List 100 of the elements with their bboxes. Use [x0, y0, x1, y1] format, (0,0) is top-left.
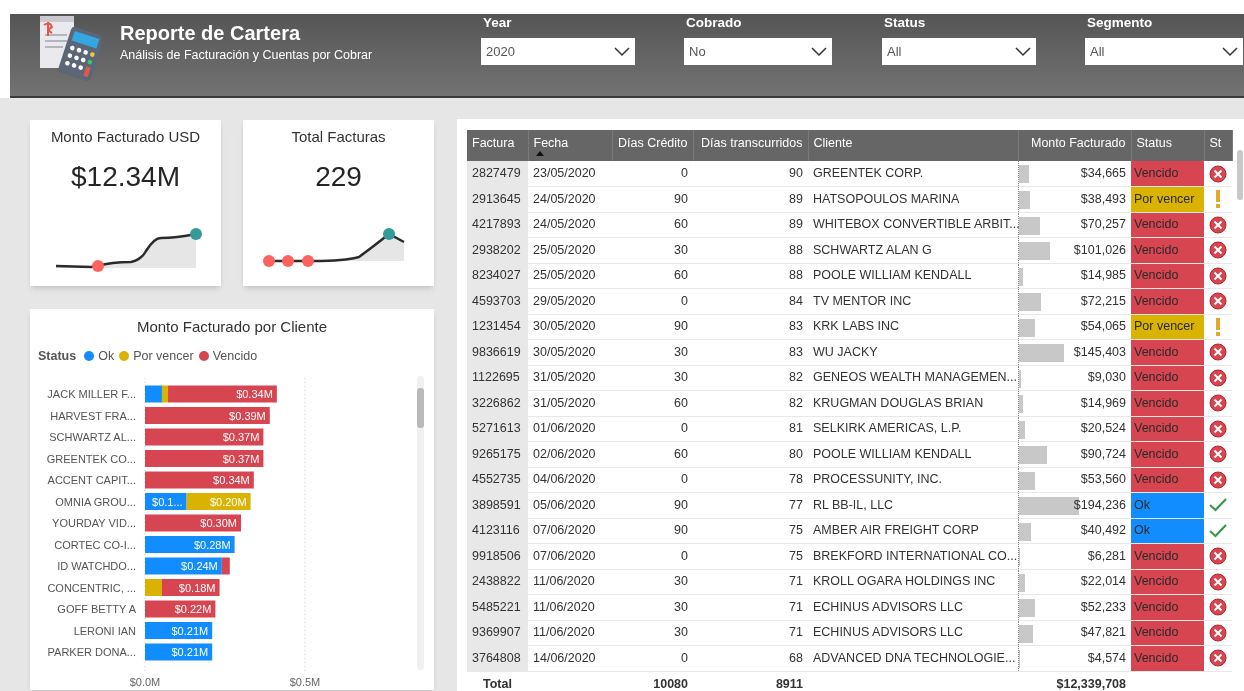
x-circle-icon — [1209, 343, 1227, 362]
table-cell: 9836619 — [467, 339, 528, 365]
column-header[interactable]: Monto Facturado — [1018, 130, 1131, 161]
table-cell: 8234027 — [467, 263, 528, 289]
x-circle-icon — [1209, 572, 1227, 591]
table-cell: 29/05/2020 — [528, 288, 612, 314]
table-cell: ADVANCED DNA TECHNOLOGIE... — [808, 645, 1018, 671]
table-cell: 30 — [612, 237, 693, 263]
axis-tick-label: $0.0M — [129, 675, 161, 688]
kpi-title: Total Facturas — [291, 128, 386, 146]
dropdown[interactable]: All — [1085, 38, 1243, 65]
table-cell: 82 — [693, 365, 808, 391]
table-cell: RL BB-IL, LLC — [808, 492, 1018, 518]
amount-text: $90,724 — [1080, 446, 1126, 461]
data-point — [382, 228, 395, 240]
kpi-value: 229 — [315, 160, 362, 194]
category-label: PARKER DONA... — [47, 645, 136, 658]
table-cell: 30 — [612, 620, 693, 646]
amount-text: $70,257 — [1080, 217, 1126, 232]
check-icon — [1209, 523, 1227, 538]
table-cell: 25/05/2020 — [528, 237, 612, 263]
table-cell: POOLE WILLIAM KENDALL — [808, 441, 1018, 467]
bar-segment: $0.22M — [145, 600, 216, 618]
table-cell: 75 — [693, 518, 808, 544]
table-cell: 83 — [693, 339, 808, 365]
chevron-down-icon — [1222, 46, 1238, 57]
table-cell: 2827479 — [467, 161, 528, 187]
scrollbar[interactable] — [1237, 150, 1243, 200]
table-cell: 0 — [612, 161, 693, 187]
column-header[interactable]: Días Crédito — [612, 130, 693, 161]
table-cell: 90 — [612, 314, 693, 340]
bar-segment: $0.39M — [145, 406, 270, 424]
table-cell: 14/06/2020 — [528, 645, 612, 671]
table-cell: ECHINUS ADVISORS LLC — [808, 620, 1018, 646]
amount-text: $40,492 — [1080, 523, 1126, 538]
table-cell: ECHINUS ADVISORS LLC — [808, 594, 1018, 620]
status-cell: Vencido — [1131, 339, 1204, 365]
bar-segment: $0.21M — [145, 643, 213, 661]
table-cell: 83 — [693, 314, 808, 340]
bar-segment: $0.37M — [145, 449, 264, 467]
chart-title: Monto Facturado por Cliente — [135, 317, 329, 337]
table-cell: 90 — [693, 161, 808, 187]
table-cell: 2438822 — [467, 569, 528, 595]
table-cell: 89 — [693, 212, 808, 238]
scrollbar[interactable] — [417, 375, 424, 670]
table-cell: 60 — [612, 390, 693, 416]
table-cell: 4552735 — [467, 467, 528, 493]
amount-text: $22,014 — [1080, 574, 1126, 589]
column-header[interactable]: Fecha — [528, 130, 612, 161]
table-cell: 75 — [693, 543, 808, 569]
dropdown[interactable]: 2020 — [481, 38, 635, 65]
table-cell: 4217893 — [467, 212, 528, 238]
dropdown[interactable]: No — [684, 38, 832, 65]
table-cell: 11/06/2020 — [528, 569, 612, 595]
amount-text: $34,665 — [1080, 166, 1126, 181]
table-cell: 60 — [612, 212, 693, 238]
table-cell: 02/06/2020 — [528, 441, 612, 467]
data-point — [262, 255, 275, 267]
column-header[interactable]: Días transcurridos — [693, 130, 808, 161]
status-cell: Vencido — [1131, 620, 1204, 646]
kpi-value: $12.34M — [71, 160, 180, 194]
table-cell: 4123116 — [467, 518, 528, 544]
table-cell: 1231454 — [467, 314, 528, 340]
table-cell: GENEOS WEALTH MANAGEMEN... — [808, 365, 1018, 391]
table-cell: 07/06/2020 — [528, 543, 612, 569]
table-cell: 77 — [693, 492, 808, 518]
x-circle-icon — [1209, 266, 1227, 285]
table-cell: 88 — [693, 263, 808, 289]
bar-segment: $0.18M — [161, 578, 220, 596]
column-header[interactable]: Cliente — [808, 130, 1018, 161]
status-cell: Vencido — [1131, 237, 1204, 263]
column-header[interactable]: Factura — [467, 130, 528, 161]
total-cell: $12,339,708 — [1018, 671, 1131, 691]
column-header[interactable]: St — [1204, 130, 1232, 161]
table-cell: 25/05/2020 — [528, 263, 612, 289]
table-cell: 05/06/2020 — [528, 492, 612, 518]
x-circle-icon — [1209, 445, 1227, 464]
amount-text: $9,030 — [1087, 370, 1126, 385]
status-cell: Vencido — [1131, 569, 1204, 595]
bar-segment: $0.34M — [145, 471, 254, 489]
table-cell: 90 — [612, 186, 693, 212]
status-cell: Ok — [1131, 518, 1204, 544]
status-cell: Vencido — [1131, 543, 1204, 569]
category-label: LERONI IAN — [73, 624, 136, 637]
table-cell: 31/05/2020 — [528, 365, 612, 391]
table-cell: 80 — [693, 441, 808, 467]
column-header[interactable]: Status — [1131, 130, 1204, 161]
status-cell: Vencido — [1131, 288, 1204, 314]
amount-text: $194,236 — [1073, 497, 1126, 512]
status-cell: Vencido — [1131, 645, 1204, 671]
table-cell: 88 — [693, 237, 808, 263]
amount-text: $52,233 — [1080, 599, 1126, 614]
dropdown[interactable]: All — [882, 38, 1036, 65]
x-circle-icon — [1209, 470, 1227, 489]
bar-segment — [221, 557, 230, 575]
table-cell: GREENTEK CORP. — [808, 161, 1018, 187]
amount-text: $4,574 — [1087, 650, 1126, 665]
status-cell: Vencido — [1131, 390, 1204, 416]
chevron-down-icon — [811, 46, 827, 57]
table-cell: 60 — [612, 441, 693, 467]
